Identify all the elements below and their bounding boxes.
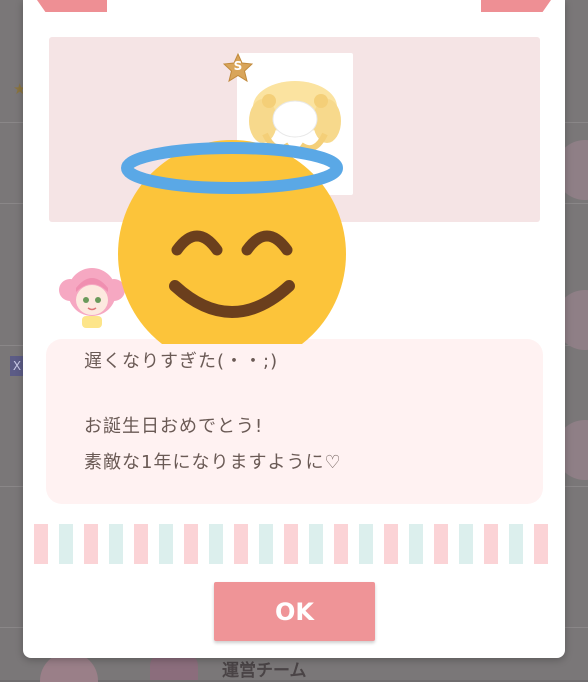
smiling-face-with-halo-icon <box>118 140 346 344</box>
ribbon-right <box>481 0 551 12</box>
ribbon-left <box>37 0 107 12</box>
star-badge-letter: S <box>233 59 243 73</box>
message-line: 素敵な1年になりますように♡ <box>84 452 342 473</box>
bg-x-badge: X <box>10 356 24 376</box>
avatar-icon[interactable] <box>58 262 126 330</box>
message-line: 遅くなりすぎた(・・;) <box>84 351 279 372</box>
message-box: 遅くなりすぎた(・・;) お誕生日おめでとう! 素敵な1年になりますように♡ <box>46 339 543 504</box>
message-line: お誕生日おめでとう! <box>84 416 264 437</box>
striped-divider <box>34 524 554 564</box>
ok-button[interactable]: OK <box>214 582 375 641</box>
bg-footer-name: 運営チーム <box>222 661 307 681</box>
